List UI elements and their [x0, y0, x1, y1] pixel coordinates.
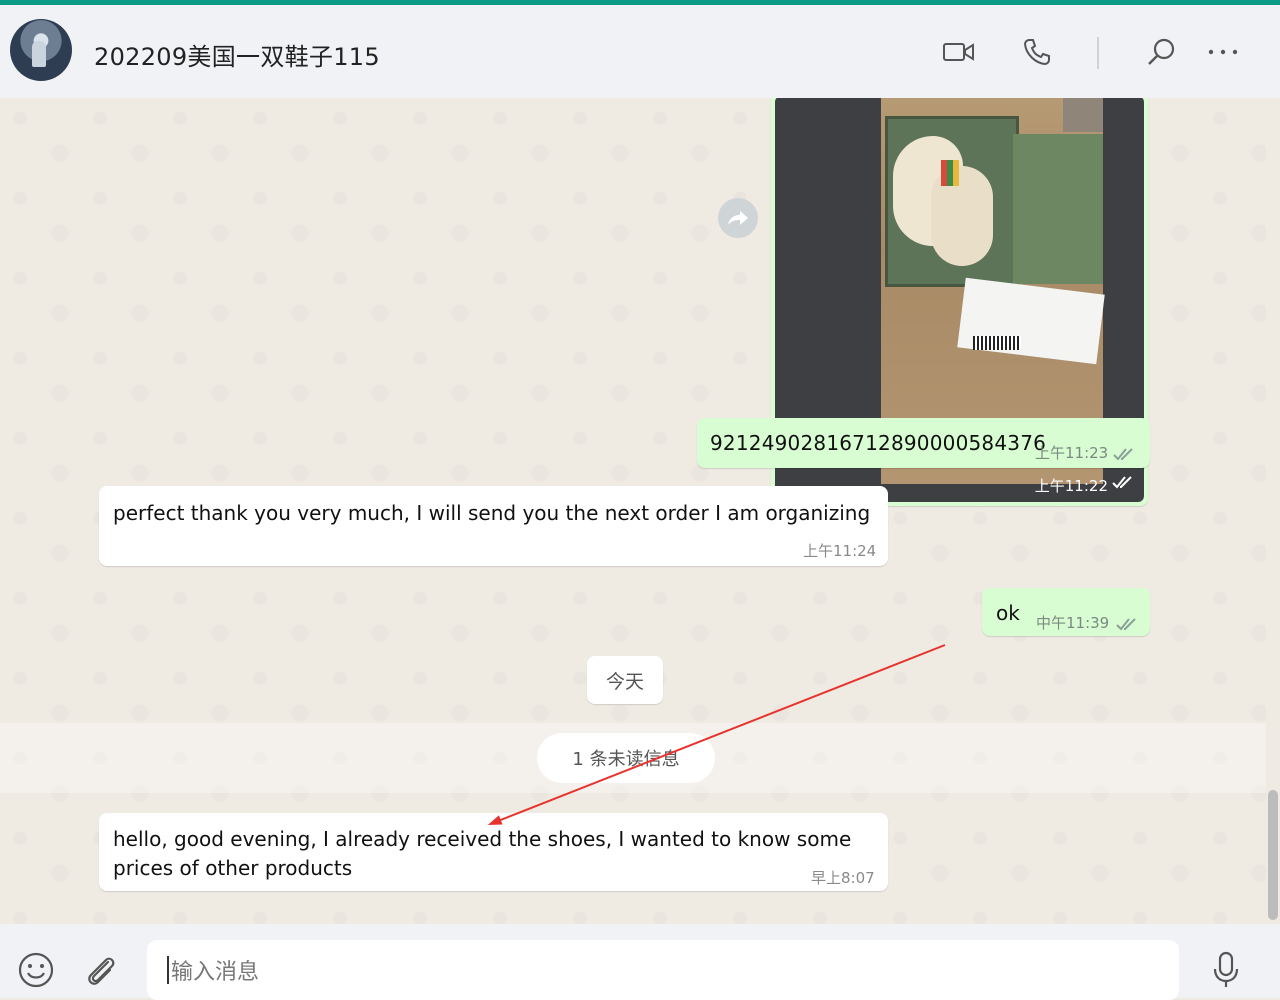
- chat-messages[interactable]: 上午11:22 9212490281671289000058437​6 上午11…: [0, 98, 1266, 924]
- attach-icon[interactable]: [80, 950, 120, 990]
- chat-scrollbar-thumb[interactable]: [1268, 790, 1278, 920]
- contact-avatar[interactable]: [10, 19, 72, 81]
- message-composer: 输入消息: [0, 924, 1280, 1000]
- chat-title[interactable]: 202209美国一双鞋子115: [94, 37, 380, 72]
- emoji-icon[interactable]: [16, 950, 56, 990]
- chat-header: 202209美国一双鞋子115: [0, 5, 1280, 99]
- annotation-arrow: [487, 644, 946, 826]
- search-icon[interactable]: [1144, 35, 1178, 69]
- text-caret: [167, 956, 169, 984]
- message-input[interactable]: 输入消息: [147, 940, 1179, 1000]
- more-options-icon[interactable]: [1206, 35, 1240, 69]
- voice-call-icon[interactable]: [1020, 35, 1054, 69]
- microphone-icon[interactable]: [1206, 950, 1246, 990]
- message-input-placeholder: 输入消息: [171, 960, 260, 985]
- header-divider: [1097, 37, 1099, 69]
- video-call-icon[interactable]: [942, 35, 976, 69]
